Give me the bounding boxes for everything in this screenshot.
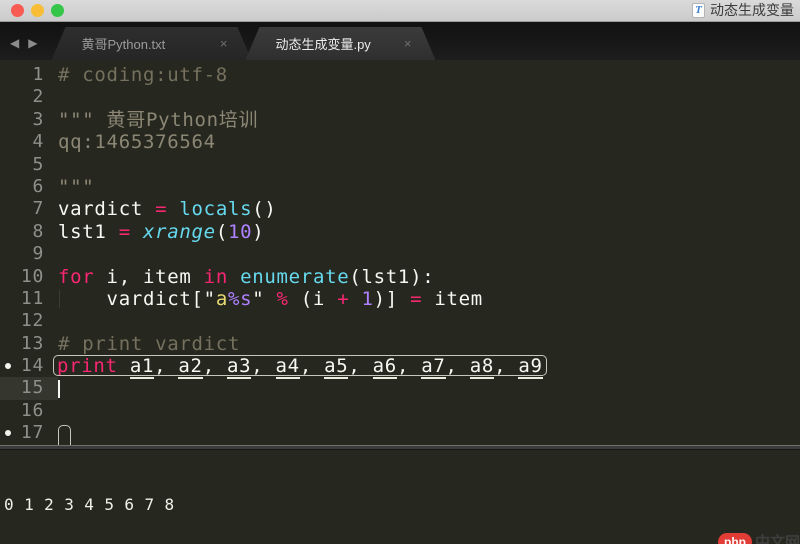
code-text[interactable]: lst1 = xrange(10)	[58, 221, 800, 243]
build-output-panel: 0 1 2 3 4 5 6 7 8 [Finished in 0.1s]	[0, 450, 800, 542]
line-number: 10	[0, 266, 58, 288]
code-text[interactable]: # print vardict	[58, 333, 800, 355]
code-line-1[interactable]: 1# coding:utf-8	[0, 64, 800, 86]
php-logo-badge: php	[718, 533, 752, 544]
line-number: 6	[0, 176, 58, 198]
code-line-8[interactable]: 8lst1 = xrange(10)	[0, 221, 800, 243]
code-line-17[interactable]: 17	[0, 422, 800, 444]
code-text[interactable]: vardict = locals()	[58, 198, 800, 220]
gutter-marker-dot	[5, 430, 11, 436]
find-highlight-box: print a1, a2, a3, a4, a5, a6, a7, a8, a9	[53, 355, 547, 377]
code-line-11[interactable]: 11 vardict["a%s" % (i + 1)] = item	[0, 288, 800, 310]
code-text[interactable]: for i, item in enumerate(lst1):	[58, 266, 800, 288]
code-line-6[interactable]: 6"""	[0, 176, 800, 198]
code-text[interactable]	[58, 400, 800, 422]
line-number: 12	[0, 310, 58, 332]
code-text[interactable]	[58, 377, 800, 399]
line-number: 4	[0, 131, 58, 153]
line-number: 14	[0, 355, 58, 377]
tab-label: 黄哥Python.txt	[81, 34, 211, 53]
line-number: 3	[0, 109, 58, 131]
code-text[interactable]	[58, 154, 800, 176]
code-line-12[interactable]: 12	[0, 310, 800, 332]
php-cn-watermark: php 中文网	[718, 531, 800, 544]
code-text[interactable]: print a1, a2, a3, a4, a5, a6, a7, a8, a9	[58, 355, 800, 377]
next-tab-icon[interactable]: ▶	[28, 36, 37, 50]
code-text[interactable]: """ 黄哥Python培训	[58, 109, 800, 131]
minimize-window-button[interactable]	[31, 4, 44, 17]
line-number: 16	[0, 400, 58, 422]
code-line-4[interactable]: 4qq:1465376564	[0, 131, 800, 153]
code-line-10[interactable]: 10for i, item in enumerate(lst1):	[0, 266, 800, 288]
line-number: 7	[0, 198, 58, 220]
line-number: 8	[0, 221, 58, 243]
code-line-2[interactable]: 2	[0, 86, 800, 108]
code-line-16[interactable]: 16	[0, 400, 800, 422]
tab-nav-arrows: ◀ ▶	[10, 36, 37, 50]
text-cursor	[58, 380, 60, 398]
code-text[interactable]: """	[58, 176, 800, 198]
tab-close-icon[interactable]: ×	[220, 36, 228, 51]
output-line: 0 1 2 3 4 5 6 7 8	[4, 494, 800, 515]
close-window-button[interactable]	[11, 4, 24, 17]
document-proxy-icon: T	[692, 3, 705, 18]
line-number: 15	[0, 377, 58, 399]
code-line-5[interactable]: 5	[0, 154, 800, 176]
traffic-lights	[11, 4, 64, 17]
indent-guide	[59, 290, 60, 308]
code-line-15[interactable]: 15	[0, 377, 800, 399]
code-text[interactable]	[58, 86, 800, 108]
tab-bar: ◀ ▶ 黄哥Python.txt × 动态生成变量.py ×	[0, 22, 800, 60]
code-text[interactable]	[58, 243, 800, 265]
line-number: 1	[0, 64, 58, 86]
code-editor[interactable]: 1# coding:utf-823""" 黄哥Python培训4qq:14653…	[0, 60, 800, 445]
line-number: 5	[0, 154, 58, 176]
prev-tab-icon[interactable]: ◀	[10, 36, 19, 50]
line-number: 11	[0, 288, 58, 310]
find-highlight-empty-box	[58, 425, 71, 445]
gutter-marker-dot	[5, 363, 11, 369]
tab-close-icon[interactable]: ×	[404, 36, 412, 51]
titlebar: T 动态生成变量	[0, 0, 800, 22]
line-number: 17	[0, 422, 58, 444]
code-text[interactable]	[58, 422, 800, 444]
code-text[interactable]	[58, 310, 800, 332]
tab-label: 动态生成变量.py	[275, 34, 395, 53]
watermark-text: 中文网	[755, 531, 800, 544]
code-line-9[interactable]: 9	[0, 243, 800, 265]
code-text[interactable]: qq:1465376564	[58, 131, 800, 153]
window-title: 动态生成变量	[710, 0, 794, 20]
titlebar-document: T 动态生成变量	[692, 0, 800, 20]
code-text[interactable]: vardict["a%s" % (i + 1)] = item	[58, 288, 800, 310]
tab-2[interactable]: 动态生成变量.py ×	[245, 27, 435, 60]
sublime-text-window: T 动态生成变量 ◀ ▶ 黄哥Python.txt×动态生成变量.py× 1# …	[0, 0, 800, 544]
code-line-3[interactable]: 3""" 黄哥Python培训	[0, 109, 800, 131]
code-line-13[interactable]: 13# print vardict	[0, 333, 800, 355]
line-number: 2	[0, 86, 58, 108]
line-number: 13	[0, 333, 58, 355]
zoom-window-button[interactable]	[51, 4, 64, 17]
tab-1[interactable]: 黄哥Python.txt ×	[51, 27, 251, 60]
code-text[interactable]: # coding:utf-8	[58, 64, 800, 86]
line-number: 9	[0, 243, 58, 265]
code-line-7[interactable]: 7vardict = locals()	[0, 198, 800, 220]
tab-strip: 黄哥Python.txt × 动态生成变量.py ×	[51, 27, 429, 60]
code-line-14[interactable]: 14print a1, a2, a3, a4, a5, a6, a7, a8, …	[0, 355, 800, 377]
